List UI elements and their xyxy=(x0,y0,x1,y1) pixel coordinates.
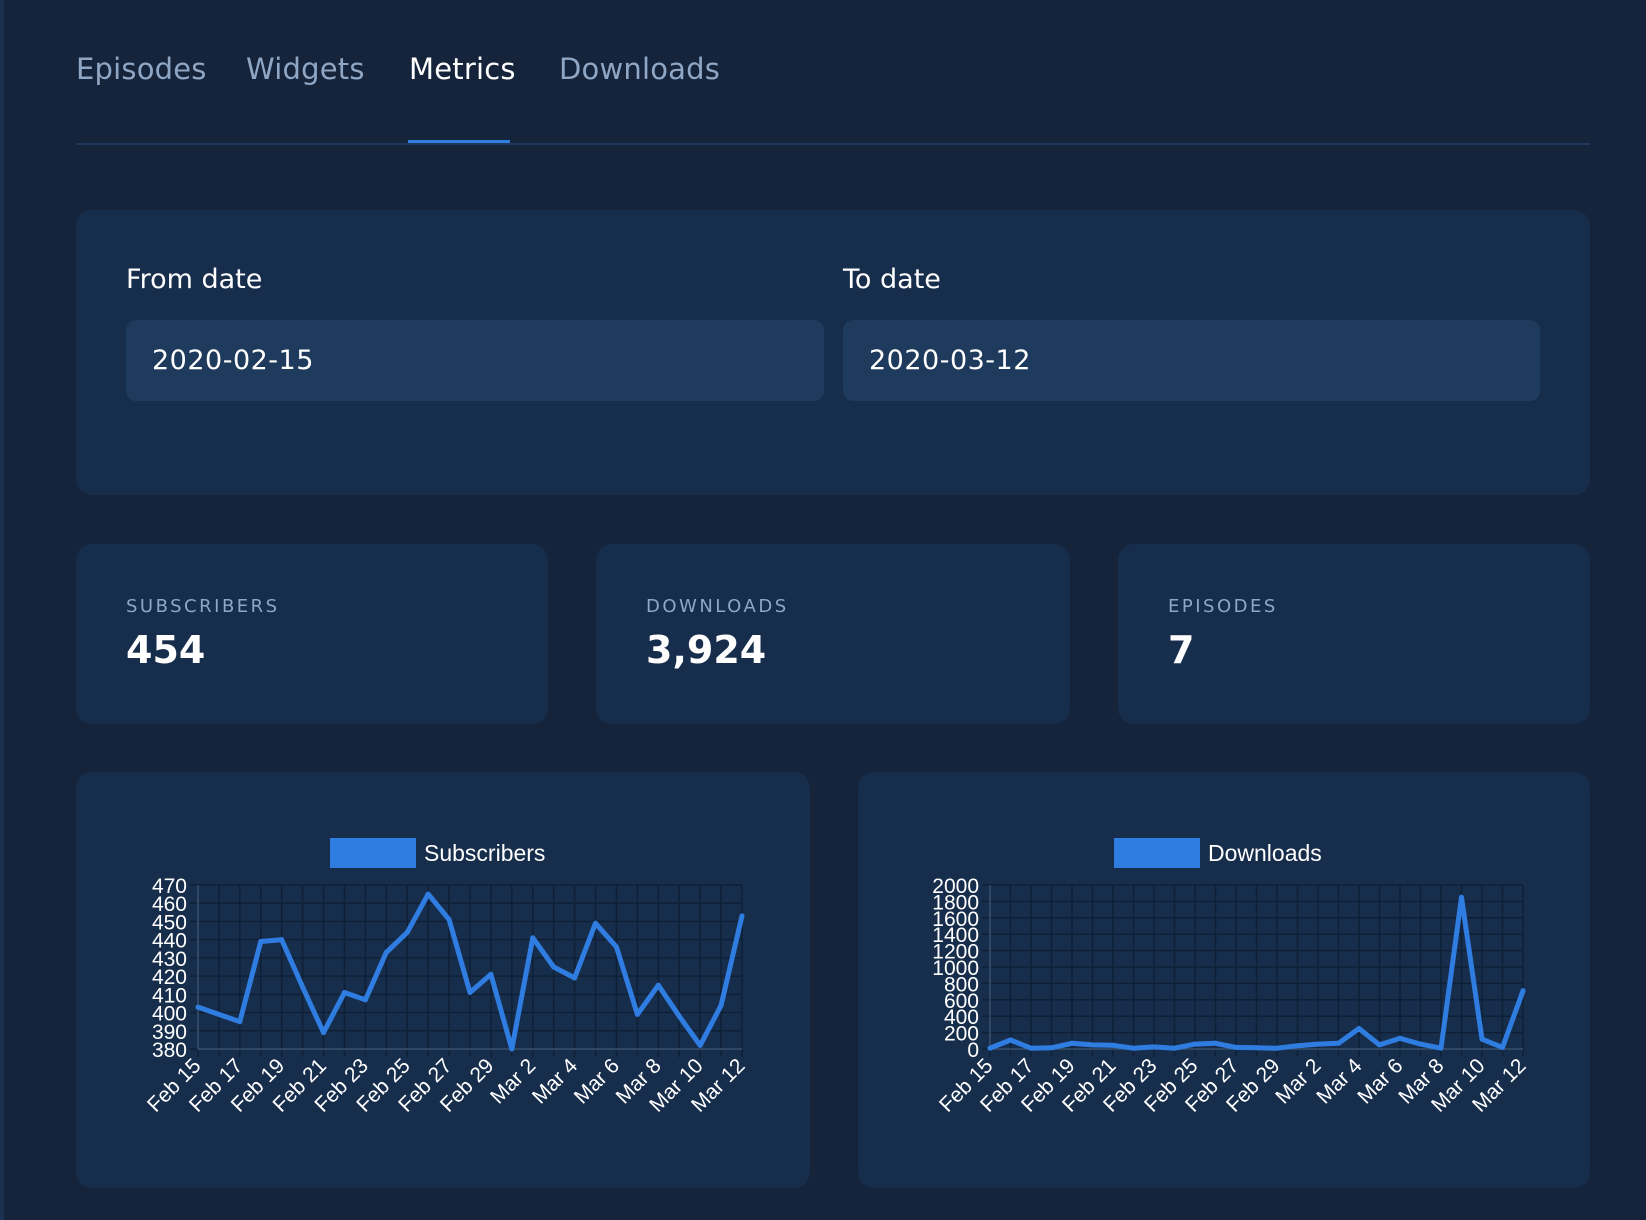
from-date-label: From date xyxy=(126,264,263,295)
downloads-legend-label[interactable]: Downloads xyxy=(1208,840,1322,866)
data-point[interactable] xyxy=(1172,1045,1177,1051)
data-point[interactable] xyxy=(718,1002,724,1008)
data-point[interactable] xyxy=(300,984,306,990)
data-point[interactable] xyxy=(467,990,473,996)
tab-episodes[interactable]: Episodes xyxy=(76,52,207,86)
data-point[interactable] xyxy=(488,971,494,977)
episodes-stat-card: EPISODES 7 xyxy=(1118,544,1590,724)
data-point[interactable] xyxy=(655,982,661,988)
tab-downloads[interactable]: Downloads xyxy=(559,52,720,86)
stat-label: SUBSCRIBERS xyxy=(126,596,280,617)
stat-value: 454 xyxy=(126,628,206,672)
data-point[interactable] xyxy=(1418,1041,1423,1047)
x-tick-label: Mar 4 xyxy=(528,1054,582,1108)
x-tick-label: Mar 4 xyxy=(1312,1054,1366,1108)
data-point[interactable] xyxy=(1192,1041,1198,1047)
x-tick-label: Mar 2 xyxy=(1271,1054,1325,1108)
data-point[interactable] xyxy=(1090,1042,1095,1048)
data-point[interactable] xyxy=(572,975,578,981)
data-point[interactable] xyxy=(425,891,431,897)
data-point[interactable] xyxy=(321,1030,327,1036)
data-point[interactable] xyxy=(446,917,452,923)
y-tick-label: 470 xyxy=(152,875,187,898)
x-tick-label: Mar 6 xyxy=(570,1054,624,1108)
data-point[interactable] xyxy=(1131,1045,1136,1051)
data-point[interactable] xyxy=(634,1011,640,1017)
data-point[interactable] xyxy=(1520,988,1526,994)
data-point[interactable] xyxy=(341,990,347,996)
data-point[interactable] xyxy=(383,949,389,955)
data-point[interactable] xyxy=(613,944,619,950)
data-point[interactable] xyxy=(1274,1045,1280,1051)
downloads-chart-card: Downloads 0 200 400 600 800 1000 1200 1400 1600 18… xyxy=(858,772,1590,1188)
tab-bar: Episodes Widgets Metrics Downloads xyxy=(76,0,1590,145)
subscribers-stat-card: SUBSCRIBERS 454 xyxy=(76,544,548,724)
data-point[interactable] xyxy=(551,964,557,970)
data-point[interactable] xyxy=(1049,1045,1054,1051)
data-point[interactable] xyxy=(1028,1045,1034,1051)
data-point[interactable] xyxy=(987,1045,993,1051)
data-point[interactable] xyxy=(1356,1026,1362,1031)
data-point[interactable] xyxy=(1315,1041,1321,1047)
data-point[interactable] xyxy=(1295,1043,1300,1049)
to-date-input[interactable] xyxy=(843,320,1540,401)
stat-value: 7 xyxy=(1168,628,1195,672)
tab-metrics[interactable]: Metrics xyxy=(409,52,516,86)
subscribers-legend-swatch[interactable] xyxy=(330,838,416,868)
data-point[interactable] xyxy=(1008,1037,1013,1043)
data-point[interactable] xyxy=(362,997,368,1003)
data-point[interactable] xyxy=(237,1019,243,1025)
window-edge xyxy=(0,0,4,1220)
stat-value: 3,924 xyxy=(646,628,767,672)
x-tick-label: Mar 2 xyxy=(486,1054,540,1108)
from-date-input[interactable] xyxy=(126,320,824,401)
downloads-legend-swatch[interactable] xyxy=(1114,838,1200,868)
data-point[interactable] xyxy=(1500,1044,1505,1050)
downloads-stat-card: DOWNLOADS 3,924 xyxy=(596,544,1070,724)
data-point[interactable] xyxy=(1438,1045,1444,1051)
data-point[interactable] xyxy=(404,929,410,935)
data-point[interactable] xyxy=(676,1013,682,1019)
data-point[interactable] xyxy=(279,937,285,943)
downloads-chart: Downloads0200400600800100012001400160018… xyxy=(932,838,1531,1117)
data-point[interactable] xyxy=(530,935,536,941)
data-point[interactable] xyxy=(1069,1040,1075,1046)
data-point[interactable] xyxy=(1459,894,1464,900)
data-point[interactable] xyxy=(697,1042,703,1048)
data-point[interactable] xyxy=(1110,1042,1116,1048)
subscribers-legend-label[interactable]: Subscribers xyxy=(424,840,545,866)
stat-label: DOWNLOADS xyxy=(646,596,789,617)
active-tab-indicator xyxy=(408,140,510,143)
data-point[interactable] xyxy=(1254,1045,1259,1051)
data-point[interactable] xyxy=(1479,1036,1485,1042)
stat-label: EPISODES xyxy=(1168,596,1278,617)
data-point[interactable] xyxy=(509,1046,515,1052)
data-point[interactable] xyxy=(1336,1040,1341,1046)
data-point[interactable] xyxy=(195,1004,201,1010)
data-point[interactable] xyxy=(1213,1040,1218,1046)
data-point[interactable] xyxy=(216,1011,222,1017)
y-tick-label: 2000 xyxy=(932,875,979,898)
subscribers-chart-card: Subscribers 380 390 400 410 420 430 440 450 460 47… xyxy=(76,772,810,1188)
data-point[interactable] xyxy=(1397,1035,1403,1041)
data-point[interactable] xyxy=(593,920,599,926)
data-point[interactable] xyxy=(1151,1044,1157,1050)
to-date-label: To date xyxy=(843,264,941,295)
data-point[interactable] xyxy=(739,913,745,919)
date-range-panel: From date To date xyxy=(76,210,1590,495)
data-point[interactable] xyxy=(1377,1042,1382,1048)
subscribers-chart: Subscribers38039040041042043044045046047… xyxy=(143,838,750,1117)
x-tick-label: Mar 6 xyxy=(1353,1054,1407,1108)
tab-widgets[interactable]: Widgets xyxy=(246,52,365,86)
data-point[interactable] xyxy=(258,938,264,944)
data-point[interactable] xyxy=(1233,1044,1239,1050)
